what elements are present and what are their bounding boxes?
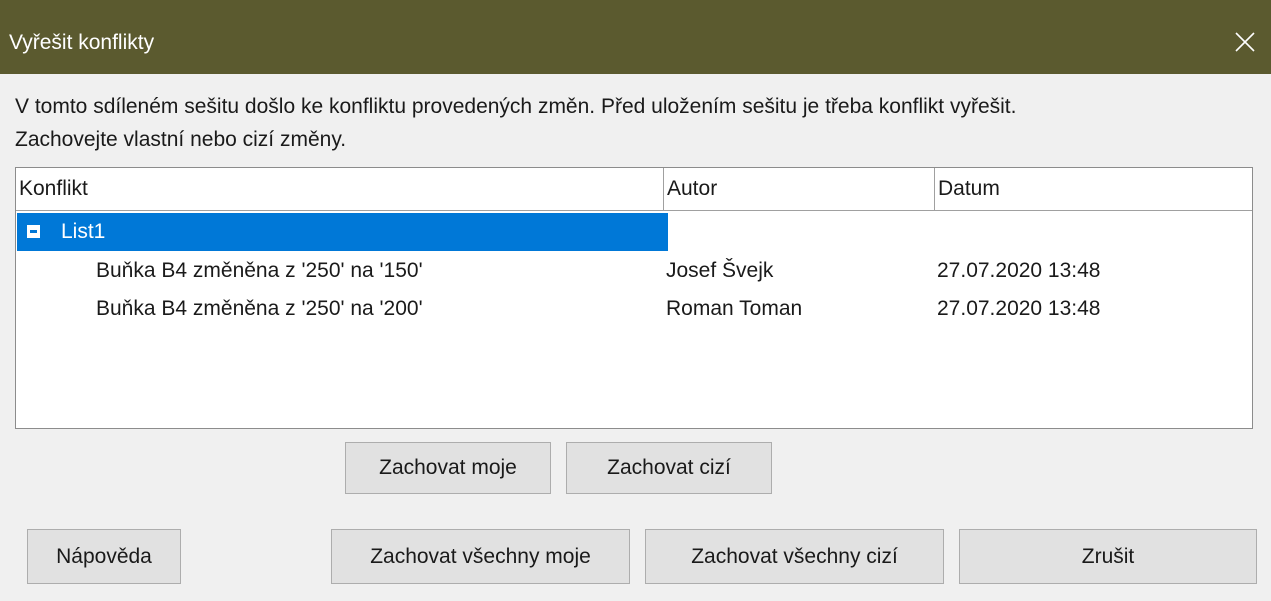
keep-others-button[interactable]: Zachovat cizí (566, 442, 772, 494)
column-header-conflict[interactable]: Konflikt (16, 168, 663, 210)
message-line-1: V tomto sdíleném sešitu došlo ke konflik… (15, 95, 1017, 118)
close-icon (1235, 32, 1255, 52)
message-line-2: Zachovejte vlastní nebo cizí změny. (15, 128, 347, 151)
selection-highlight (17, 213, 668, 251)
conflict-cell: Buňka B4 změněna z '250' na '200' (96, 297, 423, 320)
date-cell: 27.07.2020 13:48 (937, 297, 1101, 320)
date-cell: 27.07.2020 13:48 (937, 259, 1101, 282)
dialog-title: Vyřešit konflikty (9, 31, 155, 54)
table-row[interactable]: Buňka B4 změněna z '250' na '150' Josef … (16, 252, 1252, 290)
author-cell: Roman Toman (666, 297, 803, 320)
table-row[interactable]: Buňka B4 změněna z '250' na '200' Roman … (16, 290, 1252, 328)
collapse-icon[interactable] (27, 225, 40, 238)
conflict-message: V tomto sdíleném sešitu došlo ke konflik… (15, 90, 1016, 156)
author-cell: Josef Švejk (666, 259, 774, 282)
close-button[interactable] (1225, 22, 1265, 62)
column-header-author[interactable]: Autor (663, 168, 934, 210)
keep-mine-button[interactable]: Zachovat moje (345, 442, 551, 494)
help-button[interactable]: Nápověda (27, 529, 181, 584)
cancel-button[interactable]: Zrušit (959, 529, 1257, 584)
column-header-date[interactable]: Datum (934, 168, 1252, 210)
conflict-cell: Buňka B4 změněna z '250' na '150' (96, 259, 423, 282)
conflict-list[interactable]: Konflikt Autor Datum List1 Buňka B4 změn… (15, 167, 1253, 429)
group-label: List1 (61, 220, 106, 243)
tree-group-list1[interactable]: List1 (16, 213, 1252, 251)
keep-all-mine-button[interactable]: Zachovat všechny moje (331, 529, 630, 584)
list-header: Konflikt Autor Datum (16, 168, 1252, 211)
keep-all-others-button[interactable]: Zachovat všechny cizí (645, 529, 944, 584)
title-bar: Vyřešit konflikty (0, 0, 1271, 74)
